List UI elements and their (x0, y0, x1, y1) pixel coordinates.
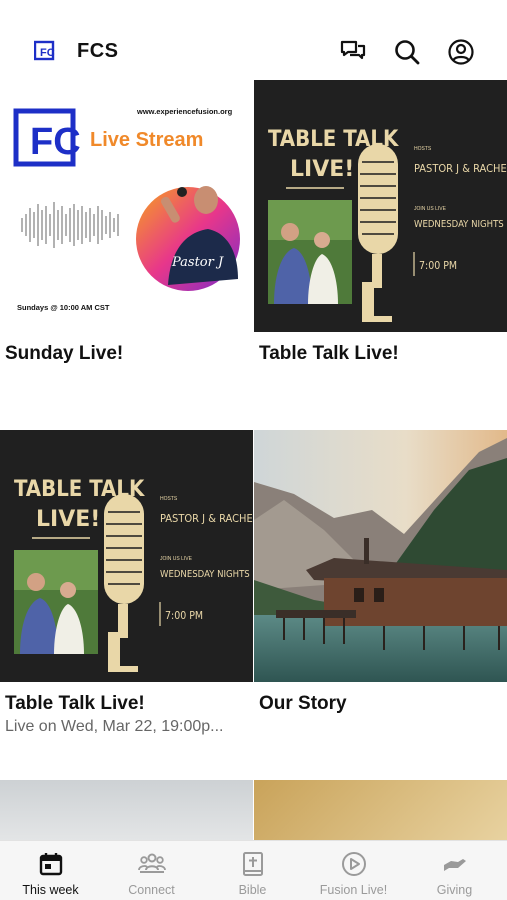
fc-logo-text: FC (30, 121, 81, 163)
hosts-names: PASTOR J & RACHEL (160, 512, 253, 525)
card-title: Table Talk Live! (259, 343, 399, 364)
table-talk-thumbnail: TABLE TALK LIVE! HOSTS PASTOR J & RACHEL… (254, 80, 507, 332)
join-label: JOIN US LIVE (414, 206, 447, 212)
app-header: FC FCS (0, 0, 507, 80)
show-time: 7:00 PM (165, 610, 203, 622)
show-time: 7:00 PM (419, 260, 457, 272)
wednesday-nights: WEDNESDAY NIGHTS (414, 219, 504, 230)
headline-live: LIVE! (290, 157, 354, 182)
card-partial-right[interactable] (254, 780, 507, 840)
svg-text:FC: FC (40, 47, 55, 59)
people-icon (138, 853, 166, 873)
tab-label: Fusion Live! (319, 883, 388, 897)
headline-live: LIVE! (36, 507, 100, 532)
website-text: www.experiencefusion.org (136, 107, 233, 116)
tab-label: Connect (128, 883, 175, 897)
chat-icon[interactable] (339, 38, 367, 66)
our-story-thumbnail (254, 430, 507, 682)
card-title: Our Story (259, 693, 347, 714)
table-talk-thumbnail: TABLE TALK LIVE! HOSTS PASTOR J & RACHEL… (0, 430, 253, 682)
hosts-label: HOSTS (160, 496, 178, 502)
hosts-names: PASTOR J & RACHEL (414, 162, 507, 175)
card-title: Sunday Live! (5, 343, 124, 364)
play-circle-icon (342, 852, 366, 876)
account-icon[interactable] (447, 38, 475, 66)
tab-this-week[interactable]: This week (0, 841, 101, 900)
search-icon[interactable] (393, 38, 421, 66)
live-stream-text: Live Stream (90, 129, 203, 151)
card-our-story[interactable]: Our Story (254, 430, 507, 770)
card-title: Table Talk Live! (5, 693, 145, 714)
tab-label: Giving (436, 883, 473, 897)
card-partial-left[interactable] (0, 780, 253, 840)
giving-hand-icon (444, 859, 466, 871)
tab-giving[interactable]: Giving (404, 841, 505, 900)
tab-fusion-live[interactable]: Fusion Live! (303, 841, 404, 900)
schedule-text: Sundays @ 10:00 AM CST (17, 303, 110, 312)
app-title: FCS (77, 40, 119, 62)
card-table-talk-live-upcoming[interactable]: TABLE TALK LIVE! HOSTS PASTOR J & RACHEL… (0, 430, 253, 770)
bottom-tab-bar: This week Connect Bible Fusion Live! Giv… (0, 840, 507, 900)
wednesday-nights: WEDNESDAY NIGHTS (160, 569, 250, 580)
tab-bible[interactable]: Bible (202, 841, 303, 900)
pastor-signature-text: Pastor J (171, 255, 224, 270)
tab-label: This week (22, 883, 79, 897)
card-table-talk-live[interactable]: TABLE TALK LIVE! HOSTS PASTOR J & RACHEL… (254, 80, 507, 420)
bible-icon (243, 852, 263, 876)
sunday-live-thumbnail: www.experiencefusion.org FC Live Stream (0, 80, 253, 332)
card-sunday-live[interactable]: www.experiencefusion.org FC Live Stream (0, 80, 253, 420)
hosts-label: HOSTS (414, 146, 432, 152)
fc-logo-icon: FC (34, 40, 55, 61)
card-subtitle: Live on Wed, Mar 22, 19:00p... (5, 718, 224, 735)
tab-connect[interactable]: Connect (101, 841, 202, 900)
tab-label: Bible (238, 883, 267, 897)
join-label: JOIN US LIVE (160, 556, 193, 562)
calendar-icon (39, 853, 63, 876)
